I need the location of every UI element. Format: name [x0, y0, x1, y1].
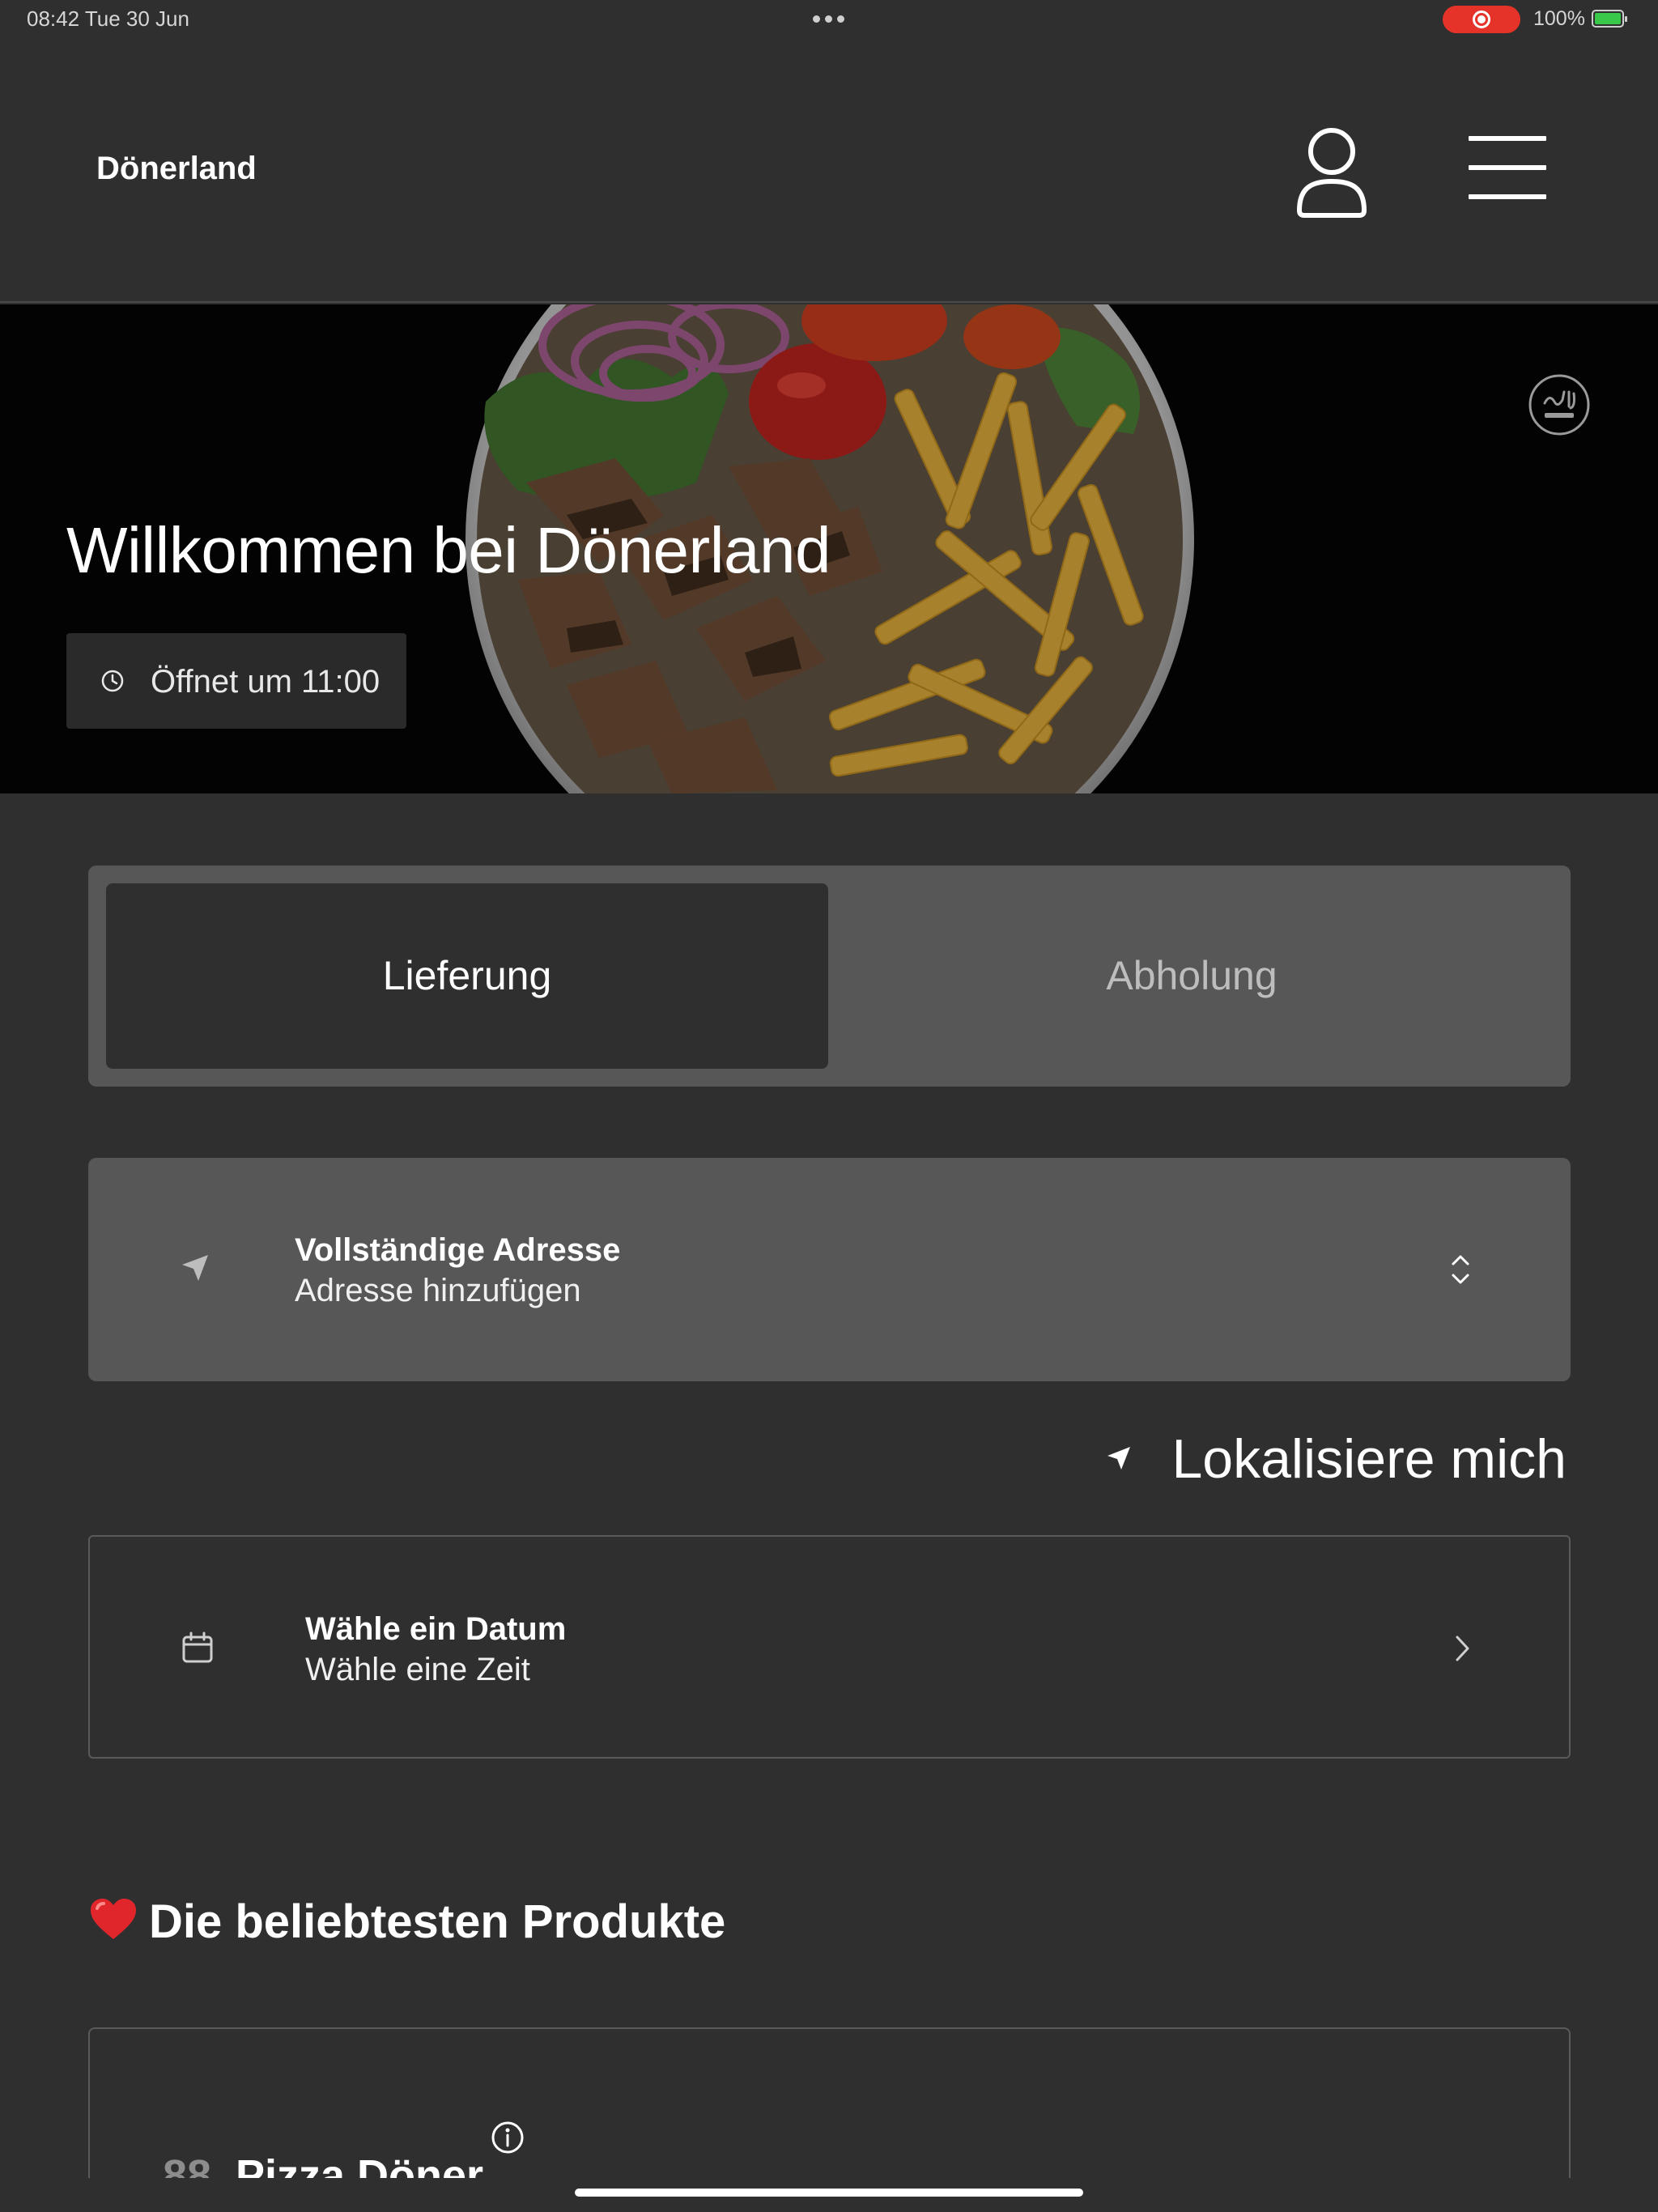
multitasking-dots-icon[interactable] — [811, 8, 847, 28]
location-arrow-icon — [1107, 1447, 1131, 1470]
popular-products-title: Die beliebtesten Produkte — [149, 1895, 726, 1948]
clock-icon — [101, 670, 124, 692]
date-time-selector[interactable]: Wähle ein Datum Wähle eine Zeit — [88, 1535, 1571, 1759]
info-icon[interactable] — [490, 2120, 525, 2155]
status-time: 08:42 Tue 30 Jun — [27, 6, 189, 31]
battery-percent: 100% — [1533, 7, 1585, 30]
tab-delivery[interactable]: Lieferung — [106, 883, 828, 1069]
battery-icon — [1592, 10, 1627, 28]
calendar-icon — [182, 1631, 213, 1663]
address-title: Vollständige Adresse — [295, 1232, 621, 1268]
hamburger-menu-icon[interactable] — [1467, 136, 1548, 209]
popular-products-heading: Die beliebtesten Produkte — [89, 1895, 725, 1949]
opening-hours-chip: Öffnet um 11:00 — [66, 633, 406, 729]
halal-badge-icon — [1528, 374, 1590, 436]
user-icon[interactable] — [1291, 123, 1372, 222]
time-subtitle: Wähle eine Zeit — [305, 1652, 530, 1687]
opening-hours-text: Öffnet um 11:00 — [151, 664, 380, 700]
welcome-title: Willkommen bei Dönerland — [66, 514, 831, 586]
home-indicator[interactable] — [575, 2189, 1083, 2197]
locate-me-button[interactable]: Lokalisiere mich — [1107, 1427, 1567, 1491]
address-selector[interactable]: Vollständige Adresse Adresse hinzufügen — [88, 1158, 1571, 1381]
order-type-toggle: Lieferung Abholung — [88, 866, 1571, 1087]
app-header: Dönerland — [0, 39, 1658, 303]
brand-name[interactable]: Dönerland — [96, 151, 257, 187]
chevron-up-down-icon — [1452, 1255, 1469, 1284]
location-arrow-icon — [182, 1255, 208, 1281]
status-bar: 08:42 Tue 30 Jun 100% — [0, 0, 1658, 39]
tab-pickup[interactable]: Abholung — [831, 883, 1553, 1069]
screen-recording-icon[interactable] — [1443, 6, 1520, 33]
date-title: Wähle ein Datum — [305, 1611, 567, 1647]
hero-banner: Willkommen bei Dönerland Öffnet um 11:00 — [0, 304, 1658, 793]
address-subtitle: Adresse hinzufügen — [295, 1273, 581, 1308]
heart-icon — [91, 1899, 136, 1939]
chevron-right-icon — [1456, 1636, 1469, 1661]
locate-me-label: Lokalisiere mich — [1171, 1428, 1567, 1490]
